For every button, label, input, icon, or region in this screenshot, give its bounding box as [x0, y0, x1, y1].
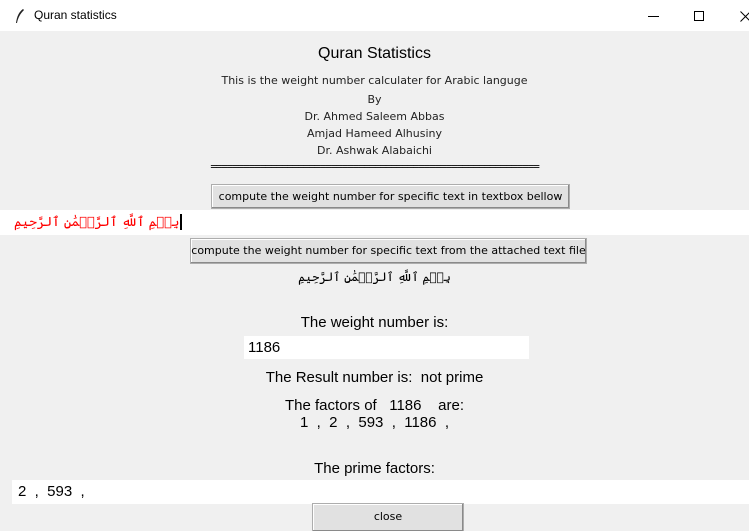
minimize-icon [647, 15, 659, 17]
factors-list: 1 , 2 , 593 , 1186 , [300, 414, 449, 431]
maximize-button[interactable] [676, 0, 722, 31]
author-1: Dr. Ahmed Saleem Abbas [304, 110, 445, 123]
arabic-input-content: بِسۡمِ ٱللَّهِ ٱلرَّحۡمَٰنِ ٱلرَّحِيمِ [14, 211, 183, 233]
feather-icon [16, 9, 24, 23]
minimize-button[interactable] [630, 0, 676, 31]
close-icon [739, 10, 749, 22]
weight-number-label: The weight number is: [300, 314, 449, 331]
author-3: Dr. Ashwak Alabaichi [317, 144, 432, 157]
separator-line: ========================================… [210, 160, 540, 173]
close-window-button[interactable] [722, 0, 749, 31]
app-description: This is the weight number calculater for… [221, 74, 528, 87]
arabic-input-text: بِسۡمِ ٱللَّهِ ٱلرَّحۡمَٰنِ ٱلرَّحِيمِ [14, 214, 180, 230]
compute-file-button[interactable]: compute the weight number for specific t… [190, 238, 587, 264]
weight-number-field[interactable]: 1186 [244, 336, 529, 359]
title-bar: Quran statistics [0, 0, 749, 31]
compute-textbox-button[interactable]: compute the weight number for specific t… [211, 184, 570, 209]
factors-label: The factors of 1186 are: [285, 397, 464, 414]
by-label: By [367, 93, 382, 106]
prime-factors-label: The prime factors: [314, 460, 435, 477]
window-title: Quran statistics [34, 8, 117, 22]
maximize-icon [694, 11, 704, 22]
close-button[interactable]: close [312, 503, 464, 531]
app-title: Quran Statistics [318, 45, 431, 62]
prime-factors-field[interactable]: 2 , 593 , [12, 480, 749, 504]
text-cursor [180, 214, 183, 230]
result-prime-status: The Result number is: not prime [265, 369, 484, 386]
file-text-label: بِسۡمِ ٱللَّهِ ٱلرَّحۡمَٰنِ ٱلرَّحِيمِ [298, 270, 451, 284]
author-2: Amjad Hameed Alhusiny [306, 127, 443, 140]
